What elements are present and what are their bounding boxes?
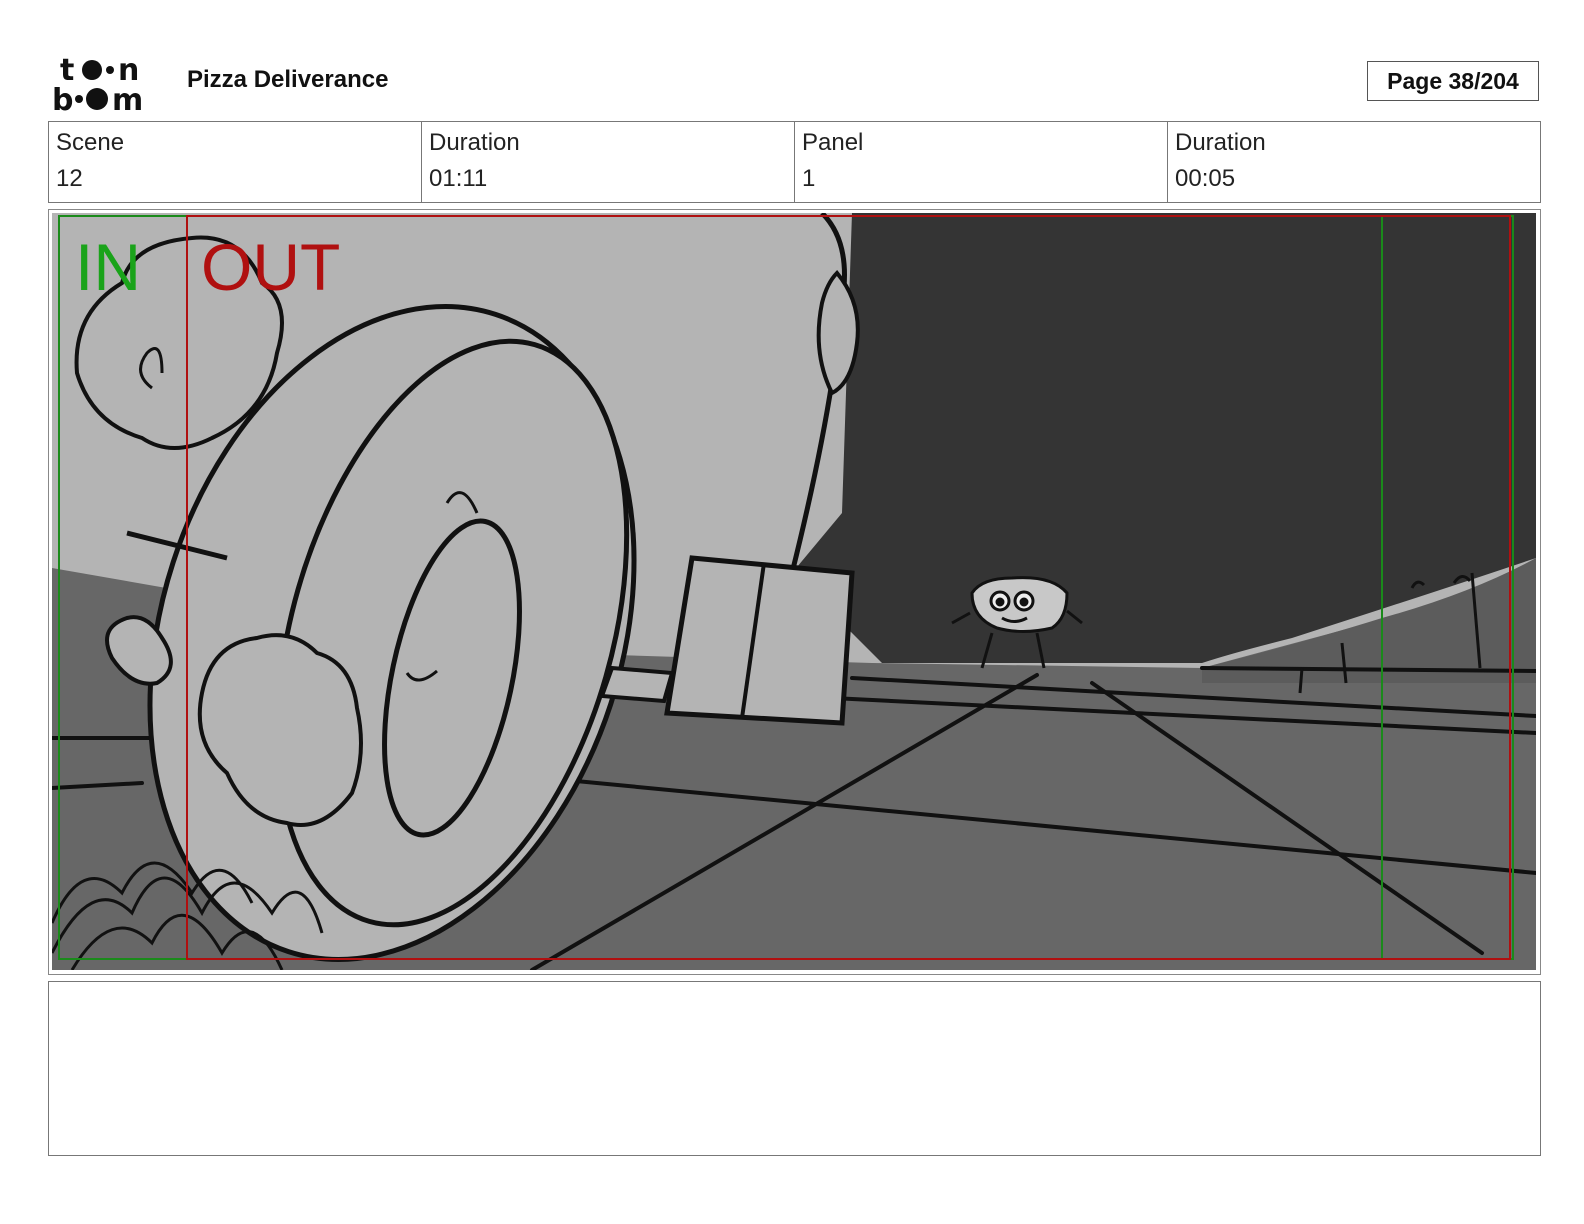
svg-text:m: m — [112, 83, 143, 112]
scene-duration-label: Duration — [429, 129, 520, 156]
panel-duration-label: Duration — [1175, 129, 1266, 156]
scene-cell: Scene 12 — [49, 122, 422, 202]
toon-boom-logo: t n b m — [52, 53, 143, 112]
panel-label: Panel — [802, 129, 864, 156]
scene-value: 12 — [56, 165, 83, 192]
page-indicator: Page 38/204 — [1367, 61, 1539, 101]
panel-duration-value: 00:05 — [1175, 165, 1236, 192]
panel-value: 1 — [802, 165, 816, 192]
scene-label: Scene — [56, 129, 125, 156]
scene-info-table: Scene 12 Duration 01:11 Panel 1 Duration… — [48, 121, 1541, 203]
storyboard-panel: IN OUT — [48, 209, 1541, 975]
svg-text:b: b — [52, 83, 73, 112]
panel-duration-cell: Duration 00:05 — [1168, 122, 1540, 202]
out-marker: OUT — [201, 230, 341, 304]
in-marker: IN — [75, 230, 141, 304]
scene-duration-value: 01:11 — [429, 165, 488, 192]
panel-notes-box[interactable] — [48, 981, 1541, 1156]
project-title: Pizza Deliverance — [187, 66, 389, 93]
scene-duration-cell: Duration 01:11 — [422, 122, 795, 202]
panel-drawing — [52, 213, 1536, 970]
panel-cell: Panel 1 — [795, 122, 1168, 202]
